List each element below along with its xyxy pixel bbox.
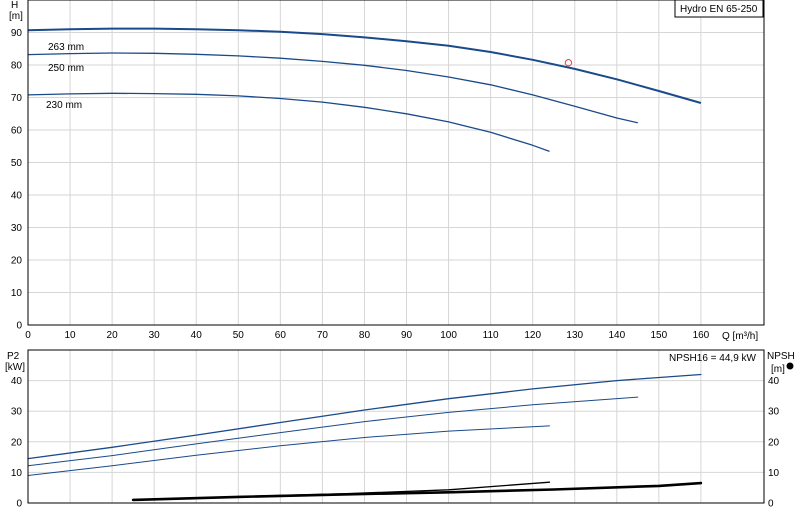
flow-x-tick: 90 (401, 330, 413, 341)
flow-x-tick: 60 (275, 330, 287, 341)
curve-label-263: 263 mm (48, 42, 84, 53)
npsh-y-label-line2: [m] (771, 364, 785, 375)
chart-title: Hydro EN 65-250 (680, 4, 758, 15)
npsh-y-tick: 20 (768, 437, 780, 448)
power-curve-series (27, 396, 639, 467)
head-y-tick: 70 (11, 93, 23, 104)
curve-label-250: 250 mm (48, 63, 84, 74)
head-y-tick: 0 (16, 321, 22, 332)
power-curve-series (27, 425, 550, 476)
flow-x-tick: 20 (107, 330, 119, 341)
power-y-label-line1: P2 (7, 351, 20, 362)
npsh-annotation: NPSH16 = 44,9 kW (669, 353, 757, 364)
head-curve-series (27, 92, 550, 153)
flow-x-tick: 120 (524, 330, 541, 341)
npsh-y-tick: 10 (768, 468, 780, 479)
head-y-tick: 10 (11, 288, 23, 299)
power-y-label-line2: [kW] (5, 362, 25, 373)
flow-x-tick: 10 (64, 330, 76, 341)
head-flow-panel: 0 10 20 30 40 50 60 70 80 90 100 110 120 130 140 150 160… (9, 0, 765, 342)
pump-curve-chart: 0 10 20 30 40 50 60 70 80 90 100 110 120 130 140 150 160… (5, 0, 795, 510)
flow-x-tick: 40 (191, 330, 203, 341)
flow-x-tick: 150 (651, 330, 668, 341)
head-y-label-line2: [m] (9, 11, 23, 22)
flow-x-tick: 70 (317, 330, 329, 341)
flow-x-tick: 30 (149, 330, 161, 341)
head-y-tick: 40 (11, 191, 23, 202)
head-y-tick: 30 (11, 223, 23, 234)
power-y-tick: 10 (11, 468, 23, 479)
flow-x-tick: 100 (440, 330, 457, 341)
head-y-tick: 50 (11, 158, 23, 169)
power-y-tick: 20 (11, 437, 23, 448)
power-npsh-panel: 0 0 10 10 20 20 30 30 40 40 P2 [kW] NPSH [m] NPSH… (5, 349, 795, 510)
flow-x-tick: 130 (566, 330, 583, 341)
flow-x-tick: 110 (483, 330, 499, 341)
power-grid (27, 350, 764, 503)
flow-x-tick: 50 (233, 330, 245, 341)
npsh-y-tick: 30 (768, 407, 780, 418)
head-y-tick: 90 (11, 28, 23, 39)
head-y-tick: 80 (11, 61, 23, 72)
flow-x-label: Q [m³/h] (722, 331, 758, 342)
npsh-marker-dot (786, 362, 794, 370)
flow-x-tick: 160 (693, 330, 710, 341)
flow-x-tick: 0 (25, 330, 31, 341)
power-plot-frame (27, 349, 765, 504)
npsh-y-tick: 0 (768, 499, 774, 510)
flow-x-tick: 80 (359, 330, 371, 341)
npsh-y-label-line1: NPSH (767, 351, 795, 362)
power-tick-labels: 0 0 10 10 20 20 30 30 40 40 (11, 376, 780, 509)
curve-label-230: 230 mm (46, 100, 82, 111)
npsh-y-tick: 40 (768, 376, 780, 387)
head-y-tick: 20 (11, 256, 23, 267)
head-grid (27, 0, 764, 325)
flow-x-tick: 140 (608, 330, 625, 341)
head-y-tick: 60 (11, 126, 23, 137)
head-tick-labels: 0 10 20 30 40 50 60 70 80 90 100 110 120 130 140 150 160… (11, 28, 710, 341)
head-y-label-line1: H (11, 0, 18, 11)
chart-title-box: Hydro EN 65-250 (674, 0, 764, 18)
power-y-tick: 40 (11, 376, 23, 387)
power-y-tick: 0 (16, 499, 22, 510)
power-y-tick: 30 (11, 407, 23, 418)
